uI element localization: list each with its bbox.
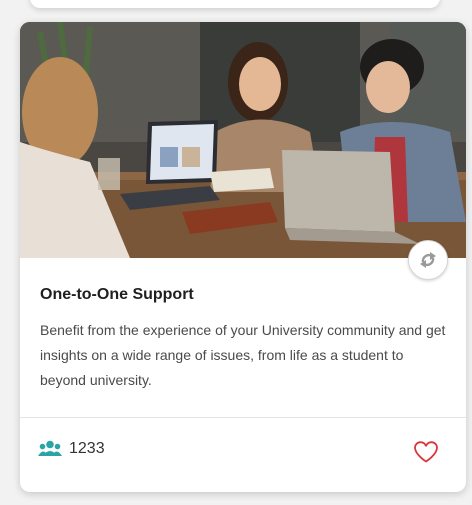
card-image bbox=[20, 22, 466, 258]
members-count: 1233 bbox=[38, 440, 105, 458]
previous-card-edge bbox=[30, 0, 440, 8]
people-icon bbox=[38, 440, 62, 456]
card-description: Benefit from the experience of your Univ… bbox=[40, 322, 446, 388]
share-icon bbox=[420, 252, 436, 268]
support-card[interactable]: One-to-One Support Benefit from the expe… bbox=[20, 22, 466, 492]
heart-outline-icon bbox=[414, 441, 438, 463]
divider bbox=[20, 417, 466, 418]
like-button[interactable] bbox=[413, 440, 439, 464]
member-count-value: 1233 bbox=[69, 440, 105, 457]
share-button[interactable] bbox=[408, 240, 448, 280]
card-title[interactable]: One-to-One Support bbox=[40, 286, 194, 304]
